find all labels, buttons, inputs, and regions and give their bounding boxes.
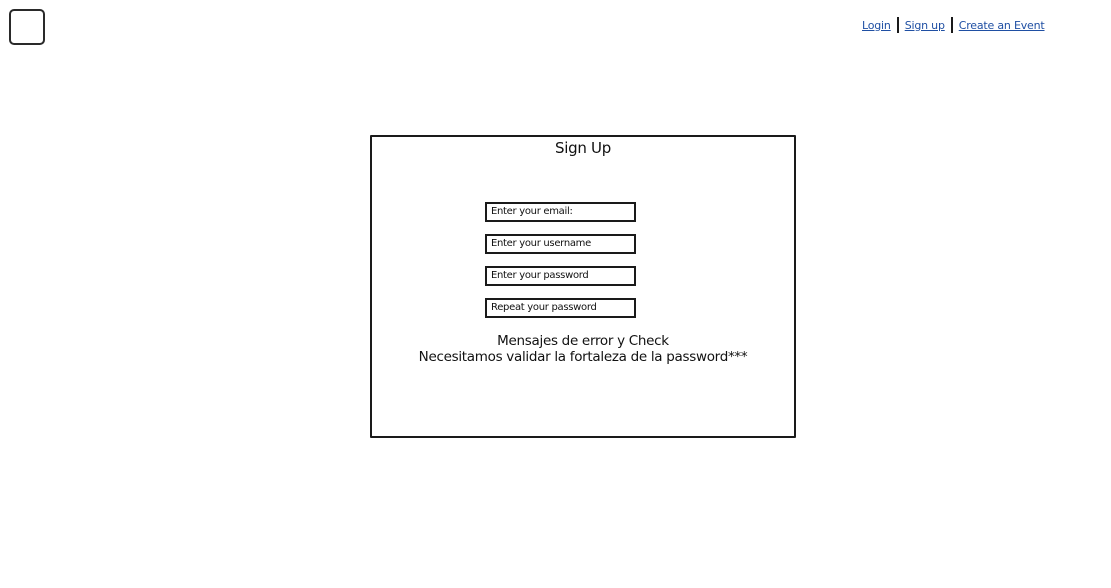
logo-icon[interactable]: [9, 9, 45, 45]
email-field[interactable]: [485, 202, 636, 222]
error-message-text: Mensajes de error y Check: [497, 333, 669, 349]
signup-panel: Sign Up Mensajes de error y Check Necesi…: [370, 135, 796, 438]
create-event-link[interactable]: Create an Event: [959, 19, 1045, 32]
page-title: Sign Up: [555, 139, 611, 157]
top-nav: Login Sign up Create an Event: [862, 17, 1045, 33]
password-strength-note: Necesitamos validar la fortaleza de la p…: [418, 349, 748, 365]
password-field[interactable]: [485, 266, 636, 286]
login-link[interactable]: Login: [862, 19, 891, 32]
sign-up-link[interactable]: Sign up: [905, 19, 945, 32]
repeat-password-field[interactable]: [485, 298, 636, 318]
username-field[interactable]: [485, 234, 636, 254]
nav-divider: [950, 17, 953, 33]
nav-divider: [896, 17, 899, 33]
